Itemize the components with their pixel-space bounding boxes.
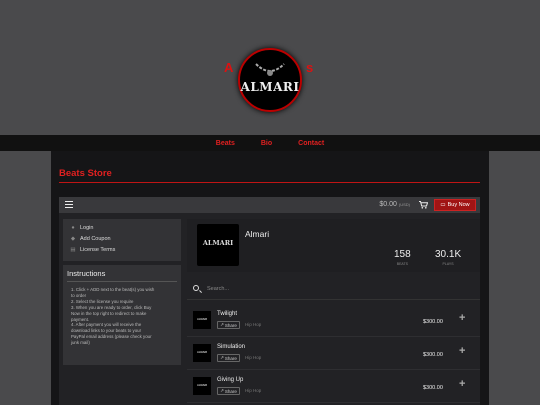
track-thumbnail: ALMARI (193, 311, 211, 329)
page-title: Beats Store (59, 168, 112, 179)
track-price: $300.00 (423, 352, 443, 358)
artist-profile: ALMARI Almari 158 BEATS 30.1K PLAYS (187, 219, 480, 272)
track-genre: Hip Hop (245, 388, 262, 393)
thumb-text: ALMARI (196, 384, 208, 387)
plays-label: PLAYS (442, 262, 454, 266)
main-content: Beats Store $0.00 (USD) ▭ Buy Now ● Login… (51, 151, 489, 405)
title-divider (59, 182, 480, 183)
track-thumbnail: ALMARI (193, 377, 211, 395)
player-sidebar: ● Login ◆ Add Coupon ▤ License Terms (63, 219, 181, 261)
track-name[interactable]: Twilight (217, 311, 237, 317)
sidebar-item-label: Add Coupon (80, 236, 111, 242)
buy-now-label: Buy Now (447, 202, 470, 208)
hamburger-menu-icon[interactable] (65, 201, 73, 208)
site-logo[interactable]: ALMARI (238, 48, 302, 112)
track-row[interactable]: ALMARI Simulation ↗ Share Hip Hop $300.00… (187, 338, 480, 370)
artist-name: Almari (245, 229, 270, 239)
sidebar-item-label: License Terms (80, 247, 116, 253)
nav-contact[interactable]: Contact (298, 140, 324, 147)
logo-left-fragment: A (224, 60, 234, 75)
add-to-cart-icon[interactable]: + (459, 378, 465, 390)
track-price: $300.00 (423, 385, 443, 391)
share-button[interactable]: ↗ Share (217, 321, 240, 329)
cart-icon[interactable] (419, 201, 429, 211)
add-to-cart-icon[interactable]: + (459, 345, 465, 357)
nav-bio[interactable]: Bio (261, 140, 272, 147)
sidebar-item-license-terms[interactable]: ▤ License Terms (70, 247, 115, 253)
avatar-text: ALMARI (202, 239, 234, 247)
share-label: Share (224, 322, 237, 328)
cart-amount: $0.00 (379, 201, 397, 208)
thumb-text: ALMARI (196, 351, 208, 354)
tag-icon: ◆ (70, 236, 76, 242)
search-input[interactable]: Search... (207, 286, 229, 292)
share-icon: ↗ (220, 355, 224, 360)
instructions-divider (67, 281, 177, 282)
share-button[interactable]: ↗ Share (217, 354, 240, 362)
track-row[interactable]: ALMARI Giving Up ↗ Share Hip Hop $300.00 … (187, 371, 480, 403)
share-label: Share (224, 355, 237, 361)
user-icon: ● (71, 225, 75, 231)
instructions-title: Instructions (67, 269, 106, 278)
plays-count: 30.1K (435, 249, 462, 260)
add-to-cart-icon[interactable]: + (459, 312, 465, 324)
track-thumbnail: ALMARI (193, 344, 211, 362)
track-row[interactable]: ALMARI Twilight ↗ Share Hip Hop $300.00 + (187, 305, 480, 337)
main-nav: Beats Bio Contact (0, 135, 540, 151)
beats-count: 158 (394, 249, 411, 260)
instructions-panel: Instructions 1. Click + ADD next to the … (63, 265, 181, 365)
buy-now-button[interactable]: ▭ Buy Now (434, 199, 476, 211)
track-price: $300.00 (423, 319, 443, 325)
beats-stat: 158 BEATS (394, 249, 411, 266)
track-name[interactable]: Giving Up (217, 377, 243, 383)
search-bar[interactable]: Search... (187, 280, 480, 300)
logo-right-fragment: s (306, 60, 314, 75)
share-label: Share (224, 388, 237, 394)
document-icon: ▤ (70, 247, 76, 253)
thumb-text: ALMARI (196, 318, 208, 321)
search-icon (193, 285, 199, 291)
instruction-line: junk mail) (71, 340, 90, 346)
player-topbar: $0.00 (USD) ▭ Buy Now (59, 197, 480, 213)
share-button[interactable]: ↗ Share (217, 387, 240, 395)
track-genre: Hip Hop (245, 322, 262, 327)
nav-beats[interactable]: Beats (216, 140, 235, 147)
share-icon: ↗ (220, 322, 224, 327)
beats-label: BEATS (396, 262, 408, 266)
track-name[interactable]: Simulation (217, 344, 245, 350)
sidebar-item-add-coupon[interactable]: ◆ Add Coupon (70, 236, 111, 242)
sidebar-item-label: Login (80, 225, 94, 231)
chain-icon (255, 63, 285, 76)
cart-currency: (USD) (398, 202, 410, 207)
beat-player: $0.00 (USD) ▭ Buy Now ● Login ◆ Add Coupo… (59, 197, 480, 405)
sidebar-item-login[interactable]: ● Login (70, 225, 93, 231)
cart-total: $0.00 (USD) (379, 201, 410, 208)
avatar: ALMARI (197, 224, 239, 266)
plays-stat: 30.1K PLAYS (435, 249, 461, 266)
credit-card-icon: ▭ (440, 202, 446, 208)
site-header: A s ALMARI (0, 0, 540, 135)
track-genre: Hip Hop (245, 355, 262, 360)
logo-text: ALMARI (240, 80, 300, 94)
share-icon: ↗ (220, 388, 224, 393)
instructions-list: 1. Click + ADD next to the beat(s) you w… (71, 287, 177, 346)
